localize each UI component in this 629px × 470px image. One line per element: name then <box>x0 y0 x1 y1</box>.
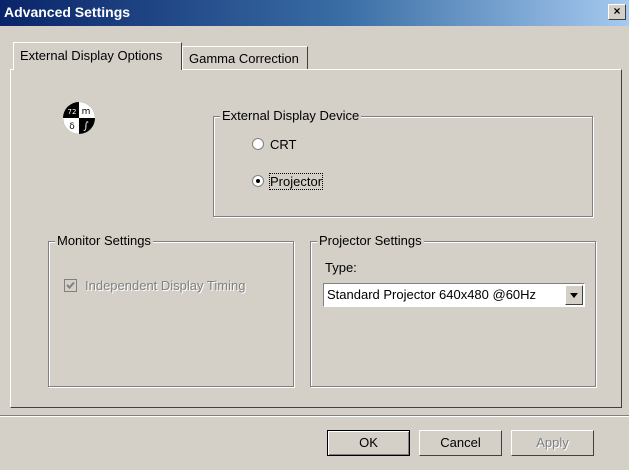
close-icon: × <box>613 4 621 18</box>
radio-button[interactable] <box>252 175 264 187</box>
crt-radio[interactable]: CRT <box>252 137 296 152</box>
tab-external-display-options[interactable]: External Display Options <box>13 42 182 70</box>
radio-label: CRT <box>270 137 297 152</box>
radio-button[interactable] <box>252 138 264 150</box>
projector-radio[interactable]: Projector <box>252 173 324 190</box>
independent-display-timing-checkbox[interactable]: Independent Display Timing <box>64 278 245 293</box>
select-value: Standard Projector 640x480 @60Hz <box>327 287 537 302</box>
projector-settings-group: Projector Settings Type: <box>310 233 596 387</box>
ok-button[interactable]: OK <box>327 430 410 456</box>
chevron-down-icon[interactable] <box>565 285 583 305</box>
cancel-button[interactable]: Cancel <box>419 430 502 456</box>
external-display-device-group: External Display Device CRT Projector <box>213 108 593 217</box>
group-legend: Projector Settings <box>317 233 424 248</box>
checkbox-label: Independent Display Timing <box>85 278 246 293</box>
separator <box>0 415 629 417</box>
logo-glyph: δ <box>69 122 75 132</box>
logo-glyph: 72 <box>68 108 77 116</box>
projector-type-select[interactable]: Standard Projector 640x480 @60Hz <box>323 283 585 307</box>
title-bar: Advanced Settings × <box>0 0 629 26</box>
tab-label: Gamma Correction <box>189 51 299 66</box>
display-logo-icon: 72 m δ ∫ <box>63 102 95 134</box>
logo-glyph: m <box>82 107 91 117</box>
window-title: Advanced Settings <box>4 4 131 20</box>
checkmark-icon <box>66 281 75 289</box>
tab-label: External Display Options <box>20 48 163 63</box>
group-legend: External Display Device <box>220 108 362 123</box>
logo-glyph: ∫ <box>83 121 88 132</box>
type-label: Type: <box>325 260 357 275</box>
radio-label: Projector <box>268 173 324 190</box>
group-legend: Monitor Settings <box>55 233 153 248</box>
monitor-settings-group: Monitor Settings Independent Display Tim… <box>48 233 294 387</box>
close-button[interactable]: × <box>608 4 626 20</box>
apply-button[interactable]: Apply <box>511 430 594 456</box>
tab-gamma-correction[interactable]: Gamma Correction <box>182 46 308 70</box>
checkbox[interactable] <box>64 279 77 292</box>
